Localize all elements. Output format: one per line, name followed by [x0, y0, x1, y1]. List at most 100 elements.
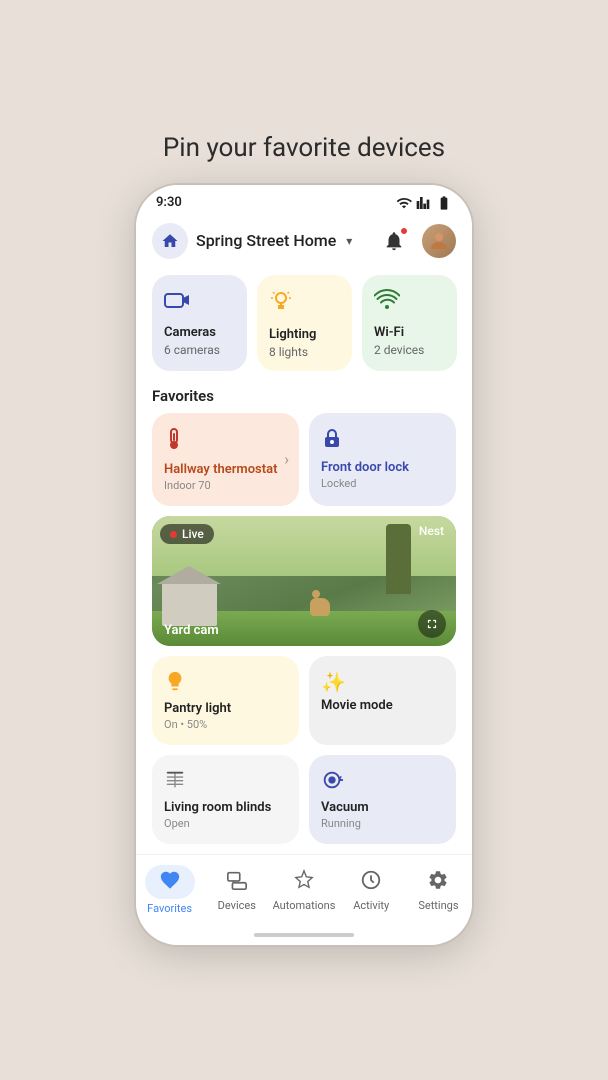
thermostat-card[interactable]: Hallway thermostat Indoor 70 › — [152, 413, 299, 507]
notification-badge — [400, 227, 408, 235]
action-row-2: Living room blinds Open Vacuum Running — [136, 755, 472, 854]
header: Spring Street Home ▾ — [136, 215, 472, 269]
status-time: 9:30 — [156, 195, 182, 210]
movie-mode-card[interactable]: ✨ Movie mode — [309, 656, 456, 745]
home-selector[interactable]: Spring Street Home ▾ — [152, 223, 352, 259]
devices-svg-icon — [226, 869, 248, 891]
nav-activity[interactable]: Activity — [338, 869, 405, 912]
camera-feed[interactable]: Live Nest Yard cam — [152, 516, 456, 646]
favorites-row: Hallway thermostat Indoor 70 › Front doo… — [136, 413, 472, 517]
lighting-label: Lighting — [269, 327, 340, 343]
nav-favorites[interactable]: Favorites — [136, 865, 203, 915]
home-icon — [152, 223, 188, 259]
lighting-icon — [269, 289, 340, 319]
automations-nav-icon — [293, 869, 315, 896]
page-title: Pin your favorite devices — [163, 133, 445, 163]
thermostat-chevron-icon: › — [284, 450, 289, 469]
blinds-name: Living room blinds — [164, 800, 287, 815]
movie-name: Movie mode — [321, 698, 444, 713]
favorites-label: Favorites — [136, 383, 472, 413]
nav-automations-label: Automations — [273, 899, 336, 912]
pantry-icon — [164, 670, 287, 697]
cameras-count: 6 cameras — [164, 343, 235, 357]
activity-nav-icon — [360, 869, 382, 896]
action-row-1: Pantry light On • 50% ✨ Movie mode — [136, 656, 472, 755]
pantry-status: On • 50% — [164, 718, 287, 731]
doorlock-card[interactable]: Front door lock Locked — [309, 413, 456, 507]
vacuum-name: Vacuum — [321, 800, 444, 815]
wifi-card-icon — [374, 289, 445, 317]
thermostat-svg-icon — [164, 427, 184, 451]
nav-activity-label: Activity — [353, 899, 389, 912]
thermostat-status: Indoor 70 — [164, 479, 287, 492]
avatar[interactable] — [422, 224, 456, 258]
wifi-label: Wi-Fi — [374, 325, 445, 341]
home-name: Spring Street Home — [196, 231, 336, 250]
nav-devices[interactable]: Devices — [203, 869, 270, 912]
notifications-button[interactable] — [376, 223, 412, 259]
camera-rec-dot — [170, 531, 177, 538]
doorlock-icon — [321, 427, 444, 454]
thermostat-name: Hallway thermostat — [164, 462, 287, 478]
camera-tree — [386, 524, 411, 594]
blinds-icon — [164, 769, 287, 796]
wifi-count: 2 devices — [374, 343, 445, 357]
nav-automations[interactable]: Automations — [270, 869, 337, 912]
device-cards-row: Cameras 6 cameras Lighting 8 lights — [136, 269, 472, 383]
movie-icon: ✨ — [321, 670, 444, 694]
signal-status-icon — [416, 195, 432, 211]
bulb-icon — [164, 670, 186, 692]
camera-dog — [310, 598, 330, 616]
nav-settings-label: Settings — [418, 899, 458, 912]
status-icons — [396, 195, 452, 211]
camera-live-text: Live — [182, 527, 204, 541]
bottom-nav: Favorites Devices Automations — [136, 854, 472, 929]
home-indicator-bar — [254, 933, 354, 937]
lighting-card[interactable]: Lighting 8 lights — [257, 275, 352, 371]
blinds-svg-icon — [164, 769, 186, 791]
phone-shell: 9:30 Spring Street Home ▾ — [134, 183, 474, 947]
automations-svg-icon — [293, 869, 315, 891]
lock-svg-icon — [321, 427, 343, 449]
header-actions — [376, 223, 456, 259]
nav-favorites-bg — [145, 865, 195, 899]
wifi-svg-icon — [374, 289, 400, 311]
vacuum-icon — [321, 769, 444, 796]
house-icon — [161, 232, 179, 250]
cameras-card[interactable]: Cameras 6 cameras — [152, 275, 247, 371]
doorlock-status: Locked — [321, 477, 444, 490]
expand-icon — [425, 617, 439, 631]
thermostat-icon — [164, 427, 287, 456]
nav-settings[interactable]: Settings — [405, 869, 472, 912]
settings-svg-icon — [427, 869, 449, 891]
pantry-light-card[interactable]: Pantry light On • 50% — [152, 656, 299, 745]
activity-svg-icon — [360, 869, 382, 891]
vacuum-card[interactable]: Vacuum Running — [309, 755, 456, 844]
camera-brand: Nest — [419, 524, 444, 538]
status-bar: 9:30 — [136, 185, 472, 215]
camera-expand-button[interactable] — [418, 610, 446, 638]
settings-nav-icon — [427, 869, 449, 896]
wifi-card[interactable]: Wi-Fi 2 devices — [362, 275, 457, 371]
nav-devices-label: Devices — [218, 899, 256, 912]
pantry-name: Pantry light — [164, 701, 287, 716]
vacuum-status: Running — [321, 817, 444, 830]
home-indicator — [136, 929, 472, 945]
cameras-label: Cameras — [164, 325, 235, 341]
camera-house — [162, 581, 217, 626]
camera-label: Yard cam — [164, 623, 219, 638]
lighting-count: 8 lights — [269, 345, 340, 359]
camera-svg-icon — [164, 289, 190, 311]
blinds-card[interactable]: Living room blinds Open — [152, 755, 299, 844]
nav-favorites-label: Favorites — [147, 902, 192, 915]
avatar-icon — [427, 229, 451, 253]
chevron-down-icon: ▾ — [346, 234, 352, 248]
lighting-svg-icon — [269, 289, 293, 313]
camera-icon — [164, 289, 235, 317]
wifi-status-icon — [396, 195, 412, 211]
doorlock-name: Front door lock — [321, 460, 444, 476]
vacuum-svg-icon — [321, 769, 343, 791]
camera-live-badge: Live — [160, 524, 214, 544]
blinds-status: Open — [164, 817, 287, 830]
devices-nav-icon — [226, 869, 248, 896]
